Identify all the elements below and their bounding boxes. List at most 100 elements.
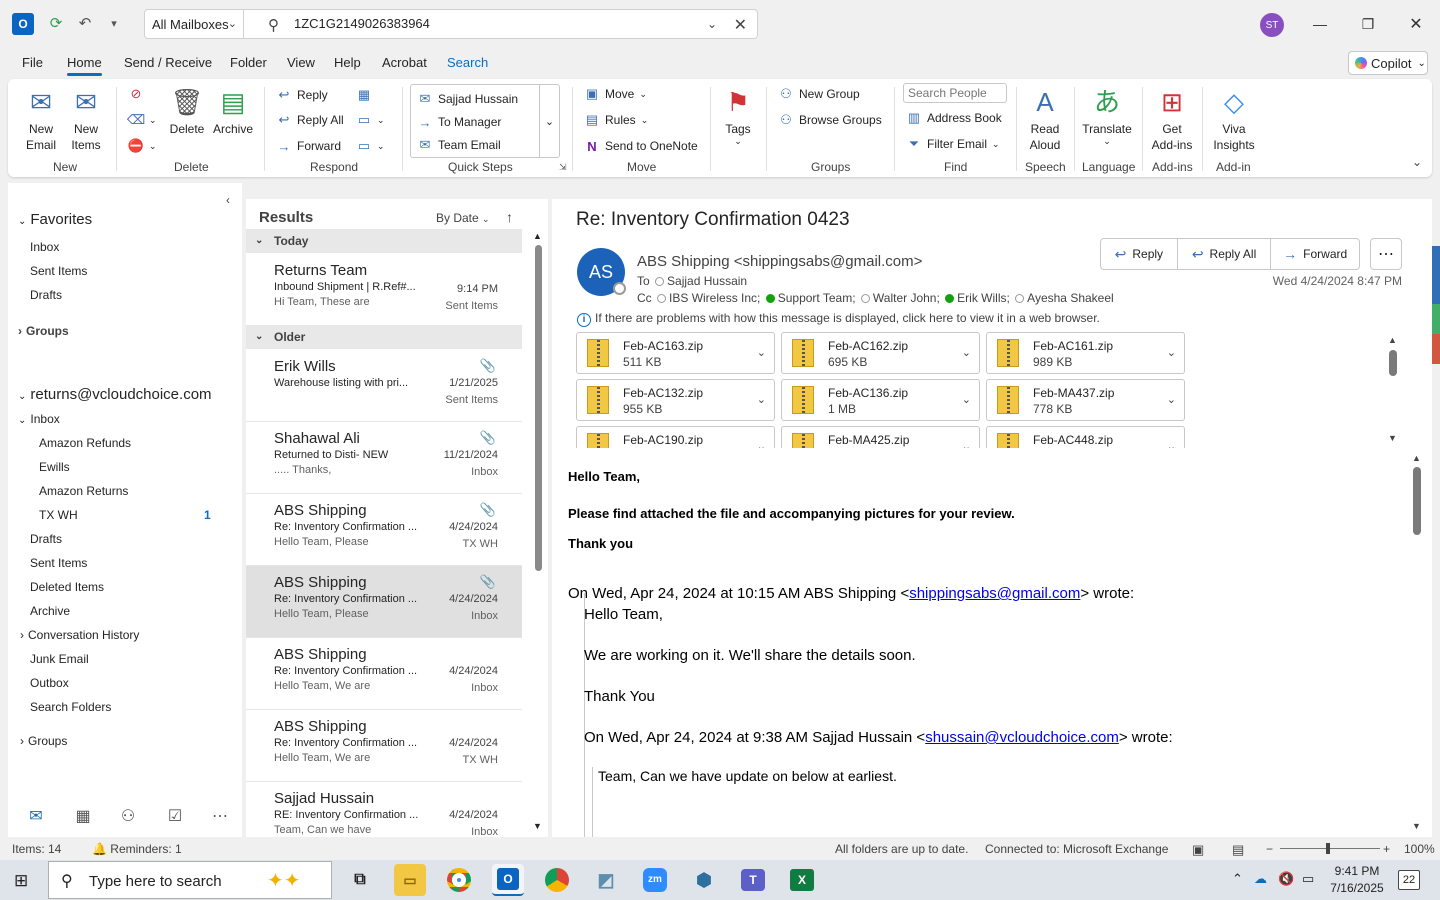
message-row-selected[interactable]: 📎 ABS Shipping Re: Inventory Confirmatio… (246, 566, 522, 638)
tab-view[interactable]: View (287, 55, 315, 70)
close-icon[interactable]: ✕ (1404, 12, 1428, 36)
favorite-sent-items[interactable]: Sent Items (30, 264, 87, 278)
tab-acrobat[interactable]: Acrobat (382, 55, 427, 70)
quote1-email-link[interactable]: shippingsabs@gmail.com (909, 585, 1080, 602)
zoom-out-icon[interactable]: − (1266, 842, 1273, 856)
scroll-down-icon[interactable]: ▼ (1412, 821, 1421, 831)
cc-recipient[interactable]: Support Team; (778, 291, 856, 305)
reply-all-button[interactable]: ↩ Reply All (276, 109, 344, 131)
windows-start-icon[interactable]: ⊞ (14, 871, 28, 891)
folder-inbox[interactable]: ⌄ Inbox (18, 412, 60, 426)
groups-folder-2[interactable]: › Groups (20, 734, 67, 748)
tab-file[interactable]: File (22, 55, 43, 70)
zoom-slider-thumb[interactable] (1326, 843, 1330, 854)
chevron-down-icon[interactable]: ⌄ (1167, 440, 1176, 448)
reply-button[interactable]: ↩ Reply (1101, 239, 1178, 269)
archive-button[interactable]: ▤ Archive (212, 85, 254, 137)
collapse-folder-pane-icon[interactable]: ‹ (226, 193, 230, 207)
folder-amazon-refunds[interactable]: Amazon Refunds (39, 436, 131, 450)
tab-search[interactable]: Search (447, 55, 488, 70)
display-info-bar[interactable]: i If there are problems with how this mes… (577, 311, 1100, 327)
folder-conversation-history[interactable]: › Conversation History (20, 628, 139, 642)
rules-button[interactable]: ▤ Rules ⌄ (584, 109, 648, 131)
attachment-item[interactable]: Feb-AC163.zip 511 KB ⌄ (576, 332, 775, 374)
get-addins-button[interactable]: ⊞ Get Add-ins (1152, 85, 1193, 153)
filter-email-button[interactable]: ⏷ Filter Email ⌄ (906, 133, 1000, 155)
forward-button[interactable]: → Forward (1271, 239, 1359, 269)
address-book-button[interactable]: ▥ Address Book (906, 107, 1002, 129)
message-row[interactable]: ABS Shipping Re: Inventory Confirmation … (246, 638, 522, 710)
folder-junk-email[interactable]: Junk Email (30, 652, 89, 666)
message-row[interactable]: ABS Shipping Re: Inventory Confirmation … (246, 710, 522, 782)
notifications-icon[interactable]: 22 (1398, 870, 1420, 890)
scroll-up-icon[interactable]: ▲ (1412, 453, 1421, 463)
chevron-up-icon[interactable]: ⌃ (1232, 871, 1243, 887)
read-aloud-button[interactable]: A Read Aloud (1026, 85, 1064, 153)
network-icon[interactable]: ▭ (1302, 871, 1314, 887)
folder-drafts[interactable]: Drafts (30, 532, 62, 546)
restore-icon[interactable]: ❐ (1356, 12, 1380, 36)
attachment-item[interactable]: Feb-MA425.zip ⌄ (781, 426, 980, 448)
search-people-input[interactable]: Search People (903, 83, 1007, 103)
email-from[interactable]: ABS Shipping <shippingsabs@gmail.com> (637, 253, 922, 270)
search-box[interactable]: ⚲ ⌄ ✕ (244, 9, 758, 39)
forward-button[interactable]: → Forward (276, 135, 342, 157)
reminders[interactable]: 🔔 Reminders: 1 (92, 842, 182, 856)
favorite-inbox[interactable]: Inbox (30, 240, 59, 254)
chevron-down-icon[interactable]: ⌄ (757, 440, 766, 448)
user-avatar[interactable]: ST (1260, 13, 1284, 37)
more-respond-button[interactable]: ▭ ⌄ (356, 135, 385, 157)
zoom-app-icon[interactable]: zm (639, 864, 671, 896)
folder-sent-items[interactable]: Sent Items (30, 556, 87, 570)
folder-archive[interactable]: Archive (30, 604, 70, 618)
people-icon[interactable]: ⚇ (116, 805, 140, 827)
cc-recipient[interactable]: Ayesha Shakeel (1027, 291, 1114, 305)
scrollbar-thumb[interactable] (1413, 467, 1421, 535)
chevron-down-icon[interactable]: ⌄ (962, 346, 971, 359)
attachment-item[interactable]: Feb-AC132.zip 955 KB ⌄ (576, 379, 775, 421)
quick-step-to-manager[interactable]: → To Manager (417, 111, 502, 133)
folder-deleted-items[interactable]: Deleted Items (30, 580, 104, 594)
folder-search-folders[interactable]: Search Folders (30, 700, 111, 714)
new-items-button[interactable]: ✉ New Items (66, 85, 106, 153)
zoom-in-icon[interactable]: + (1383, 842, 1390, 856)
attachments-scrollbar[interactable]: ▲ ▼ (1388, 335, 1398, 447)
search-options-chevron-icon[interactable]: ⌄ (707, 17, 717, 31)
calendar-icon[interactable]: ▦ (71, 805, 95, 827)
message-row[interactable]: Sajjad Hussain RE: Inventory Confirmatio… (246, 782, 522, 837)
attachment-item[interactable]: Feb-AC136.zip 1 MB ⌄ (781, 379, 980, 421)
scrollbar-thumb[interactable] (1389, 350, 1397, 376)
sync-icon[interactable]: ⟳ (45, 12, 67, 34)
tab-home[interactable]: Home (67, 55, 102, 76)
more-apps-icon[interactable]: ⋯ (208, 805, 232, 827)
new-group-button[interactable]: ⚇ New Group (778, 83, 860, 105)
group-header-today[interactable]: ⌄ Today (246, 229, 522, 253)
cleanup-button[interactable]: ⌫ ⌄ (127, 109, 157, 131)
group-header-older[interactable]: ⌄ Older (246, 325, 522, 349)
file-explorer-icon[interactable]: ▭ (394, 864, 426, 896)
taskbar-search[interactable]: ⚲ Type here to search ✦✦ (48, 861, 332, 899)
chevron-down-icon[interactable]: ⌄ (1167, 393, 1176, 406)
ignore-button[interactable]: ⊘ (128, 83, 144, 105)
message-row[interactable]: 📎 Erik Wills Warehouse listing with pri.… (246, 350, 522, 422)
more-actions-icon[interactable]: ⋯ (1370, 238, 1402, 270)
attachment-item[interactable]: Feb-MA437.zip 778 KB ⌄ (986, 379, 1185, 421)
sort-direction-icon[interactable]: ↑ (506, 209, 513, 225)
teams-icon[interactable]: T (737, 864, 769, 896)
message-row[interactable]: 📎 Shahawal Ali Returned to Disti- NEW ..… (246, 422, 522, 494)
system-clock[interactable]: 9:41 PM 7/16/2025 (1326, 863, 1388, 897)
onedrive-icon[interactable]: ☁ (1254, 871, 1267, 887)
reply-button[interactable]: ↩ Reply (276, 84, 328, 106)
chevron-down-icon[interactable]: ⌄ (962, 440, 971, 448)
undo-icon[interactable]: ↶ (74, 12, 96, 34)
viva-insights-button[interactable]: ◇ Viva Insights (1212, 85, 1256, 153)
quote2-email-link[interactable]: shussain@vcloudchoice.com (925, 729, 1119, 746)
browse-groups-button[interactable]: ⚇ Browse Groups (778, 109, 882, 131)
attachment-item[interactable]: Feb-AC190.zip ⌄ (576, 426, 775, 448)
excel-icon[interactable]: X (786, 864, 818, 896)
translate-button[interactable]: あ Translate ⌄ (1082, 85, 1132, 146)
app-icon[interactable]: ⬢ (688, 864, 720, 896)
search-input[interactable] (294, 16, 674, 31)
attachment-item[interactable]: Feb-AC162.zip 695 KB ⌄ (781, 332, 980, 374)
message-row[interactable]: Returns Team Inbound Shipment | R.Ref#..… (246, 254, 522, 326)
